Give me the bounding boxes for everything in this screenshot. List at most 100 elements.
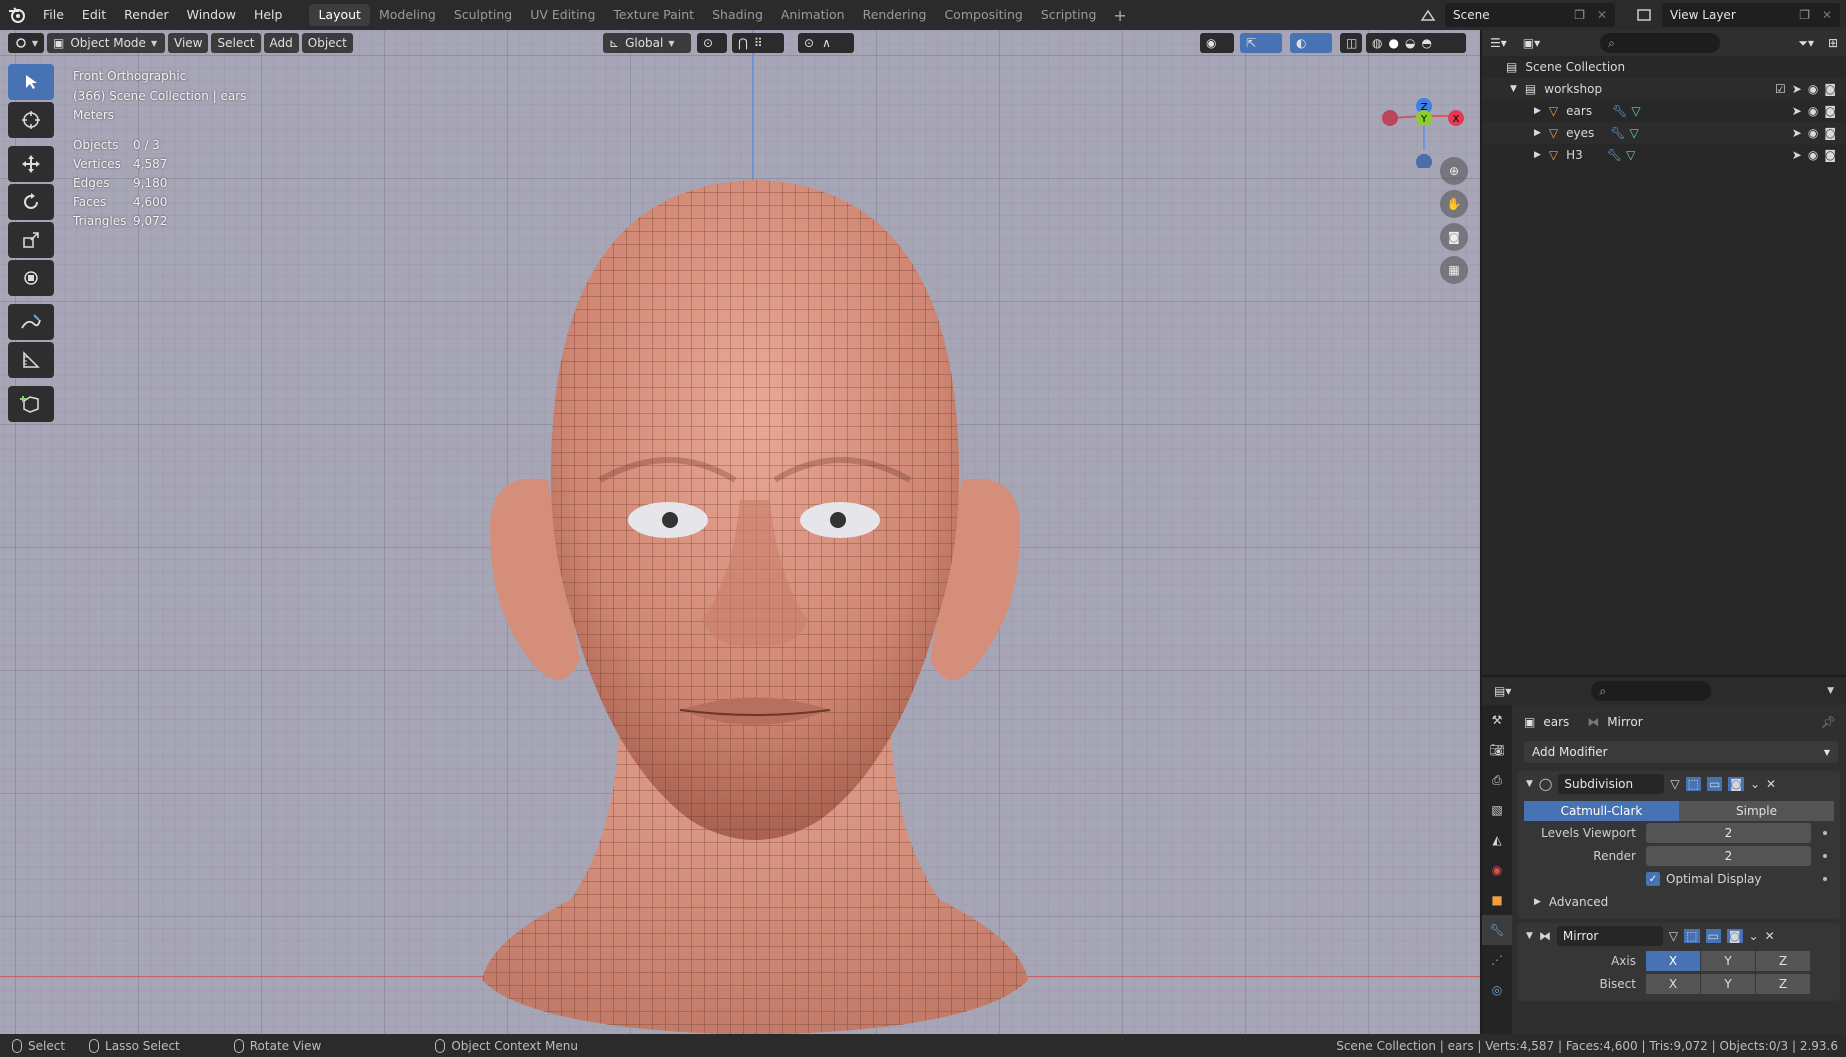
collapse-arrow-icon[interactable]: ▼ [1510, 84, 1517, 94]
editor-type-button[interactable]: ▼ [8, 33, 44, 53]
tab-scene[interactable]: ◭ [1482, 825, 1512, 855]
eye-icon[interactable]: ◉ [1808, 148, 1818, 162]
tab-modifiers[interactable]: 🔧︎ [1482, 915, 1512, 945]
xray-toggle-button[interactable]: ◫ [1340, 33, 1362, 53]
modifier-name-field[interactable]: Mirror [1556, 926, 1663, 946]
tab-uv-editing[interactable]: UV Editing [521, 4, 604, 26]
select-arrow-icon[interactable]: ➤ [1792, 148, 1802, 162]
select-arrow-icon[interactable]: ➤ [1792, 126, 1802, 140]
copy-scene-icon[interactable]: ❐ [1574, 8, 1585, 22]
gizmo-neg-x-axis[interactable] [1382, 110, 1398, 126]
tab-modeling[interactable]: Modeling [370, 4, 445, 26]
close-icon[interactable]: ✕ [1766, 777, 1776, 791]
simple-button[interactable]: Simple [1679, 801, 1834, 821]
overlays-toggle-button[interactable]: ◐ [1290, 33, 1332, 53]
tab-physics[interactable]: ◎ [1482, 975, 1512, 1005]
pivot-point-button[interactable]: ⊙ [697, 33, 727, 53]
axis-z-toggle[interactable]: Z [1756, 951, 1810, 971]
rendered-shading-icon[interactable]: ◓ [1421, 36, 1431, 50]
tab-layout[interactable]: Layout [309, 4, 370, 26]
tab-scripting[interactable]: Scripting [1032, 4, 1106, 26]
display-mode-icon[interactable]: ▣▾ [1523, 36, 1540, 50]
copy-view-layer-icon[interactable]: ❐ [1799, 8, 1810, 22]
edit-mode-toggle-icon[interactable]: ▽ [1670, 777, 1679, 791]
transform-orientation-dropdown[interactable]: ⊾ Global ▼ [603, 33, 691, 53]
head-mesh[interactable] [470, 140, 1040, 1034]
outliner-search-input[interactable]: ⌕ [1600, 33, 1721, 53]
expand-arrow-icon[interactable]: ▶ [1534, 128, 1541, 138]
modifier-name-field[interactable]: Subdivision [1558, 774, 1665, 794]
tab-compositing[interactable]: Compositing [935, 4, 1031, 26]
camera-icon[interactable]: ◙ [1824, 126, 1836, 140]
outliner-object-h3[interactable]: ▶ ▽ H3 🔧︎ ▽ ➤ ◉ ◙ [1482, 144, 1846, 166]
axis-y-toggle[interactable]: Y [1701, 951, 1755, 971]
chevron-down-icon[interactable]: ⌄ [1749, 929, 1759, 943]
camera-view-button[interactable]: ◙ [1440, 223, 1468, 251]
menu-render[interactable]: Render [115, 0, 178, 30]
blender-logo-icon[interactable] [0, 0, 34, 30]
zoom-button[interactable]: ⊕ [1440, 157, 1468, 185]
eye-icon[interactable]: ◉ [1808, 126, 1818, 140]
eye-icon[interactable]: ◉ [1808, 82, 1818, 96]
annotate-tool-button[interactable] [8, 304, 54, 340]
gizmo-neg-z-axis[interactable] [1416, 154, 1432, 168]
outliner-scene-collection[interactable]: ▤ Scene Collection [1482, 56, 1846, 78]
tab-particles[interactable]: ⋰ [1482, 945, 1512, 975]
expand-arrow-icon[interactable]: ▶ [1534, 106, 1541, 116]
viewport-toggle-icon[interactable]: ▭ [1706, 777, 1723, 791]
chevron-down-icon[interactable]: ▼ [1827, 686, 1834, 696]
checkbox-icon[interactable]: ☑ [1775, 82, 1786, 96]
solid-shading-icon[interactable]: ● [1388, 36, 1398, 50]
on-cage-toggle-icon[interactable]: ⬚ [1684, 929, 1700, 943]
axis-x-toggle[interactable]: X [1646, 951, 1700, 971]
scene-selector-icon[interactable] [1414, 5, 1442, 25]
filter-icon[interactable]: ⏷▾ [1798, 36, 1814, 51]
menu-window[interactable]: Window [178, 0, 245, 30]
bisect-y-toggle[interactable]: Y [1701, 974, 1755, 994]
eye-icon[interactable]: ◉ [1808, 104, 1818, 118]
menu-help[interactable]: Help [245, 0, 292, 30]
ortho-toggle-button[interactable]: ▦ [1440, 256, 1468, 284]
render-toggle-icon[interactable]: ◙ [1726, 929, 1743, 943]
close-icon[interactable]: ✕ [1822, 8, 1832, 22]
transform-tool-button[interactable] [8, 260, 54, 296]
tab-tool[interactable]: ⚒ [1482, 705, 1512, 735]
shading-mode-buttons[interactable]: ◍ ● ◒ ◓ [1366, 33, 1466, 53]
properties-editor-icon[interactable]: ▤▾ [1494, 684, 1511, 698]
mode-selector[interactable]: ▣ Object Mode ▼ [47, 33, 165, 53]
menu-edit[interactable]: Edit [73, 0, 115, 30]
outliner-object-eyes[interactable]: ▶ ▽ eyes 🔧︎ ▽ ➤ ◉ ◙ [1482, 122, 1846, 144]
gizmo-toggle-button[interactable]: ⇱ [1240, 33, 1282, 53]
tab-view-layer[interactable]: ▧ [1482, 795, 1512, 825]
edit-mode-toggle-icon[interactable]: ▽ [1669, 929, 1678, 943]
add-cube-tool-button[interactable] [8, 386, 54, 422]
tab-object[interactable]: ■ [1482, 885, 1512, 915]
view-layer-selector-icon[interactable] [1630, 5, 1660, 25]
camera-icon[interactable]: ◙ [1824, 148, 1836, 162]
menu-object[interactable]: Object [301, 33, 353, 53]
view-layer-field[interactable]: View Layer ❐ ✕ [1662, 3, 1840, 27]
new-collection-icon[interactable]: ⊞ [1828, 36, 1838, 50]
proportional-edit-button[interactable]: ⊙ ∧ [798, 33, 854, 53]
select-tool-button[interactable] [8, 64, 54, 100]
camera-icon[interactable]: ◙ [1824, 104, 1836, 118]
render-toggle-icon[interactable]: ◙ [1728, 777, 1744, 791]
menu-add[interactable]: Add [263, 33, 299, 53]
cursor-tool-button[interactable] [8, 102, 54, 138]
add-modifier-dropdown[interactable]: Add Modifier ▼ [1524, 741, 1838, 763]
expand-arrow-icon[interactable]: ▶ [1534, 150, 1541, 160]
select-arrow-icon[interactable]: ➤ [1792, 104, 1802, 118]
menu-select[interactable]: Select [211, 33, 261, 53]
collapse-arrow-icon[interactable]: ▼ [1526, 931, 1533, 941]
tab-sculpting[interactable]: Sculpting [445, 4, 521, 26]
properties-search-input[interactable]: ⌕ [1591, 681, 1712, 701]
navigation-gizmo[interactable]: Z X Y [1380, 68, 1480, 168]
close-icon[interactable]: ✕ [1765, 929, 1775, 943]
render-levels-field[interactable]: 2 [1646, 846, 1811, 866]
3d-viewport[interactable]: ▼ ▣ Object Mode ▼ View Select Add Object … [0, 30, 1480, 1034]
bisect-x-toggle[interactable]: X [1646, 974, 1700, 994]
viewport-toggle-icon[interactable]: ▭ [1705, 929, 1721, 943]
rotate-tool-button[interactable] [8, 184, 54, 220]
tab-render[interactable]: 📷︎ [1482, 735, 1512, 765]
tab-shading[interactable]: Shading [703, 4, 772, 26]
